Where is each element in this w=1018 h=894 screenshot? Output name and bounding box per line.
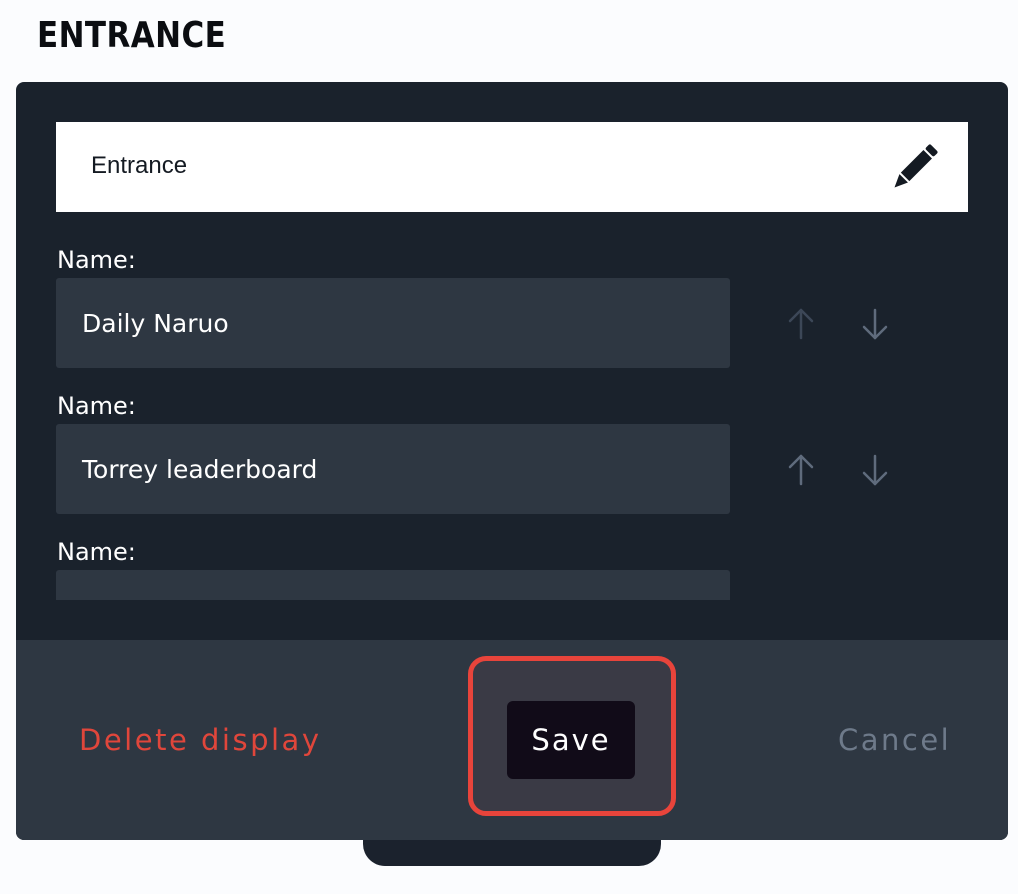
- arrow-up-icon[interactable]: [781, 450, 821, 490]
- arrow-down-icon[interactable]: [855, 450, 895, 490]
- editor-footer: Delete display Save Cancel: [16, 640, 1008, 840]
- display-items-list[interactable]: Name: Daily Naruo Name: Torrey leaderboa…: [16, 212, 1008, 600]
- pencil-icon[interactable]: [890, 142, 940, 192]
- item-name-label: Name:: [57, 392, 136, 420]
- item-name-label: Name:: [57, 538, 136, 566]
- display-title-field[interactable]: Entrance: [56, 122, 968, 212]
- arrow-up-icon[interactable]: [781, 304, 821, 344]
- display-editor-panel: Entrance Name: Daily Naruo Name: Torrey …: [16, 82, 1008, 840]
- page-title: ENTRANCE: [37, 15, 227, 56]
- item-name-input[interactable]: [56, 570, 730, 600]
- arrow-down-icon[interactable]: [855, 304, 895, 344]
- save-button-highlight: Save: [468, 656, 676, 816]
- item-name-label: Name:: [57, 246, 136, 274]
- delete-display-button[interactable]: Delete display: [79, 720, 321, 760]
- item-name-input[interactable]: Torrey leaderboard: [56, 424, 730, 514]
- save-button[interactable]: Save: [507, 701, 635, 779]
- item-name-input[interactable]: Daily Naruo: [56, 278, 730, 368]
- cancel-button[interactable]: Cancel: [838, 720, 951, 760]
- display-title-text: Entrance: [91, 152, 188, 179]
